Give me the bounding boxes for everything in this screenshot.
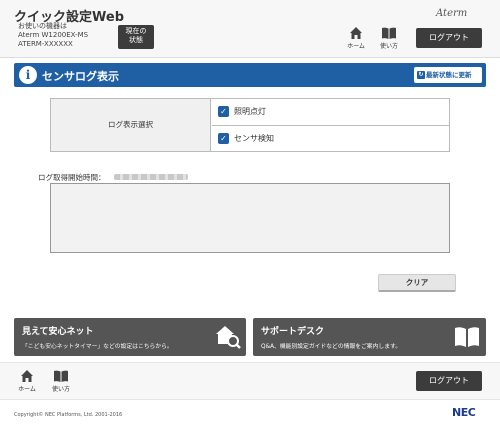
- page-title-bar: i センサログ表示 ↻ 最新状態に更新: [14, 63, 486, 87]
- footer-home-button[interactable]: ホーム: [16, 369, 38, 393]
- refresh-icon: ↻: [417, 71, 425, 79]
- aterm-logo: Aterm: [436, 8, 468, 19]
- book-icon: [382, 27, 396, 39]
- footer-nav: ホーム 使い方 ログアウト: [0, 362, 500, 400]
- banner-title: サポートデスク: [261, 327, 325, 337]
- home-label: ホーム: [347, 43, 365, 50]
- log-select-table: ログ表示選択 ✓ 照明点灯 ✓ センサ検知: [50, 98, 450, 152]
- banner-desc: 「こども安心ネットタイマー」などの設定はこちらから。: [22, 344, 173, 350]
- device-info-label: お使いの機器は: [18, 22, 67, 30]
- lighting-label: 照明点灯: [234, 107, 266, 116]
- home-nav-button[interactable]: ホーム: [345, 26, 367, 50]
- home-label: ホーム: [18, 386, 36, 393]
- page: クイック設定Web お使いの機器は Aterm W1200EX-MS ATERM…: [0, 0, 500, 436]
- usage-label: 使い方: [379, 43, 398, 50]
- sensor-checkbox[interactable]: ✓: [218, 133, 229, 144]
- house-search-icon: [216, 326, 241, 349]
- log-start-time-label: ログ取得開始時間：: [38, 173, 106, 182]
- footer-usage-button[interactable]: 使い方: [50, 369, 72, 393]
- lighting-checkbox[interactable]: ✓: [218, 106, 229, 117]
- clear-button[interactable]: クリア: [378, 274, 456, 292]
- home-icon: [21, 370, 33, 382]
- log-start-time-redacted: [114, 174, 188, 180]
- option-row-sensor: ✓ センサ検知: [212, 125, 450, 151]
- copyright-text: Copyright© NEC Platforms, Ltd. 2001-2016: [14, 412, 123, 418]
- usage-label: 使い方: [51, 386, 70, 393]
- banner-title: 見えて安心ネット: [22, 327, 94, 337]
- page-title: センサログ表示: [42, 70, 119, 83]
- sensor-label: センサ検知: [234, 134, 274, 143]
- mieteanshin-banner[interactable]: 見えて安心ネット 「こども安心ネットタイマー」などの設定はこちらから。: [14, 318, 246, 356]
- usage-nav-button[interactable]: 使い方: [378, 26, 400, 50]
- nec-logo: NEC: [452, 406, 476, 419]
- header: クイック設定Web お使いの機器は Aterm W1200EX-MS ATERM…: [0, 0, 500, 58]
- refresh-button[interactable]: ↻ 最新状態に更新: [414, 67, 482, 83]
- log-textarea[interactable]: [50, 183, 450, 253]
- status-button-line1: 現在の: [125, 27, 147, 35]
- banner-desc: Q&A、機能別設定ガイドなどの情報をご案内します。: [261, 344, 402, 350]
- book-icon: [54, 370, 68, 382]
- footer-logout-button[interactable]: ログアウト: [416, 371, 482, 391]
- current-status-button[interactable]: 現在の 状態: [118, 25, 154, 49]
- device-model: Aterm W1200EX-MS: [18, 31, 89, 39]
- book-icon: [455, 327, 479, 347]
- log-select-label: ログ表示選択: [51, 99, 211, 151]
- support-desk-banner[interactable]: サポートデスク Q&A、機能別設定ガイドなどの情報をご案内します。: [253, 318, 486, 356]
- status-button-line2: 状態: [129, 36, 143, 44]
- option-row-lighting: ✓ 照明点灯: [212, 99, 450, 125]
- logout-button[interactable]: ログアウト: [416, 28, 482, 48]
- device-name: ATERM-XXXXXX: [18, 40, 73, 48]
- refresh-label: 最新状態に更新: [426, 71, 472, 79]
- home-icon: [350, 27, 362, 39]
- info-icon: i: [19, 66, 37, 84]
